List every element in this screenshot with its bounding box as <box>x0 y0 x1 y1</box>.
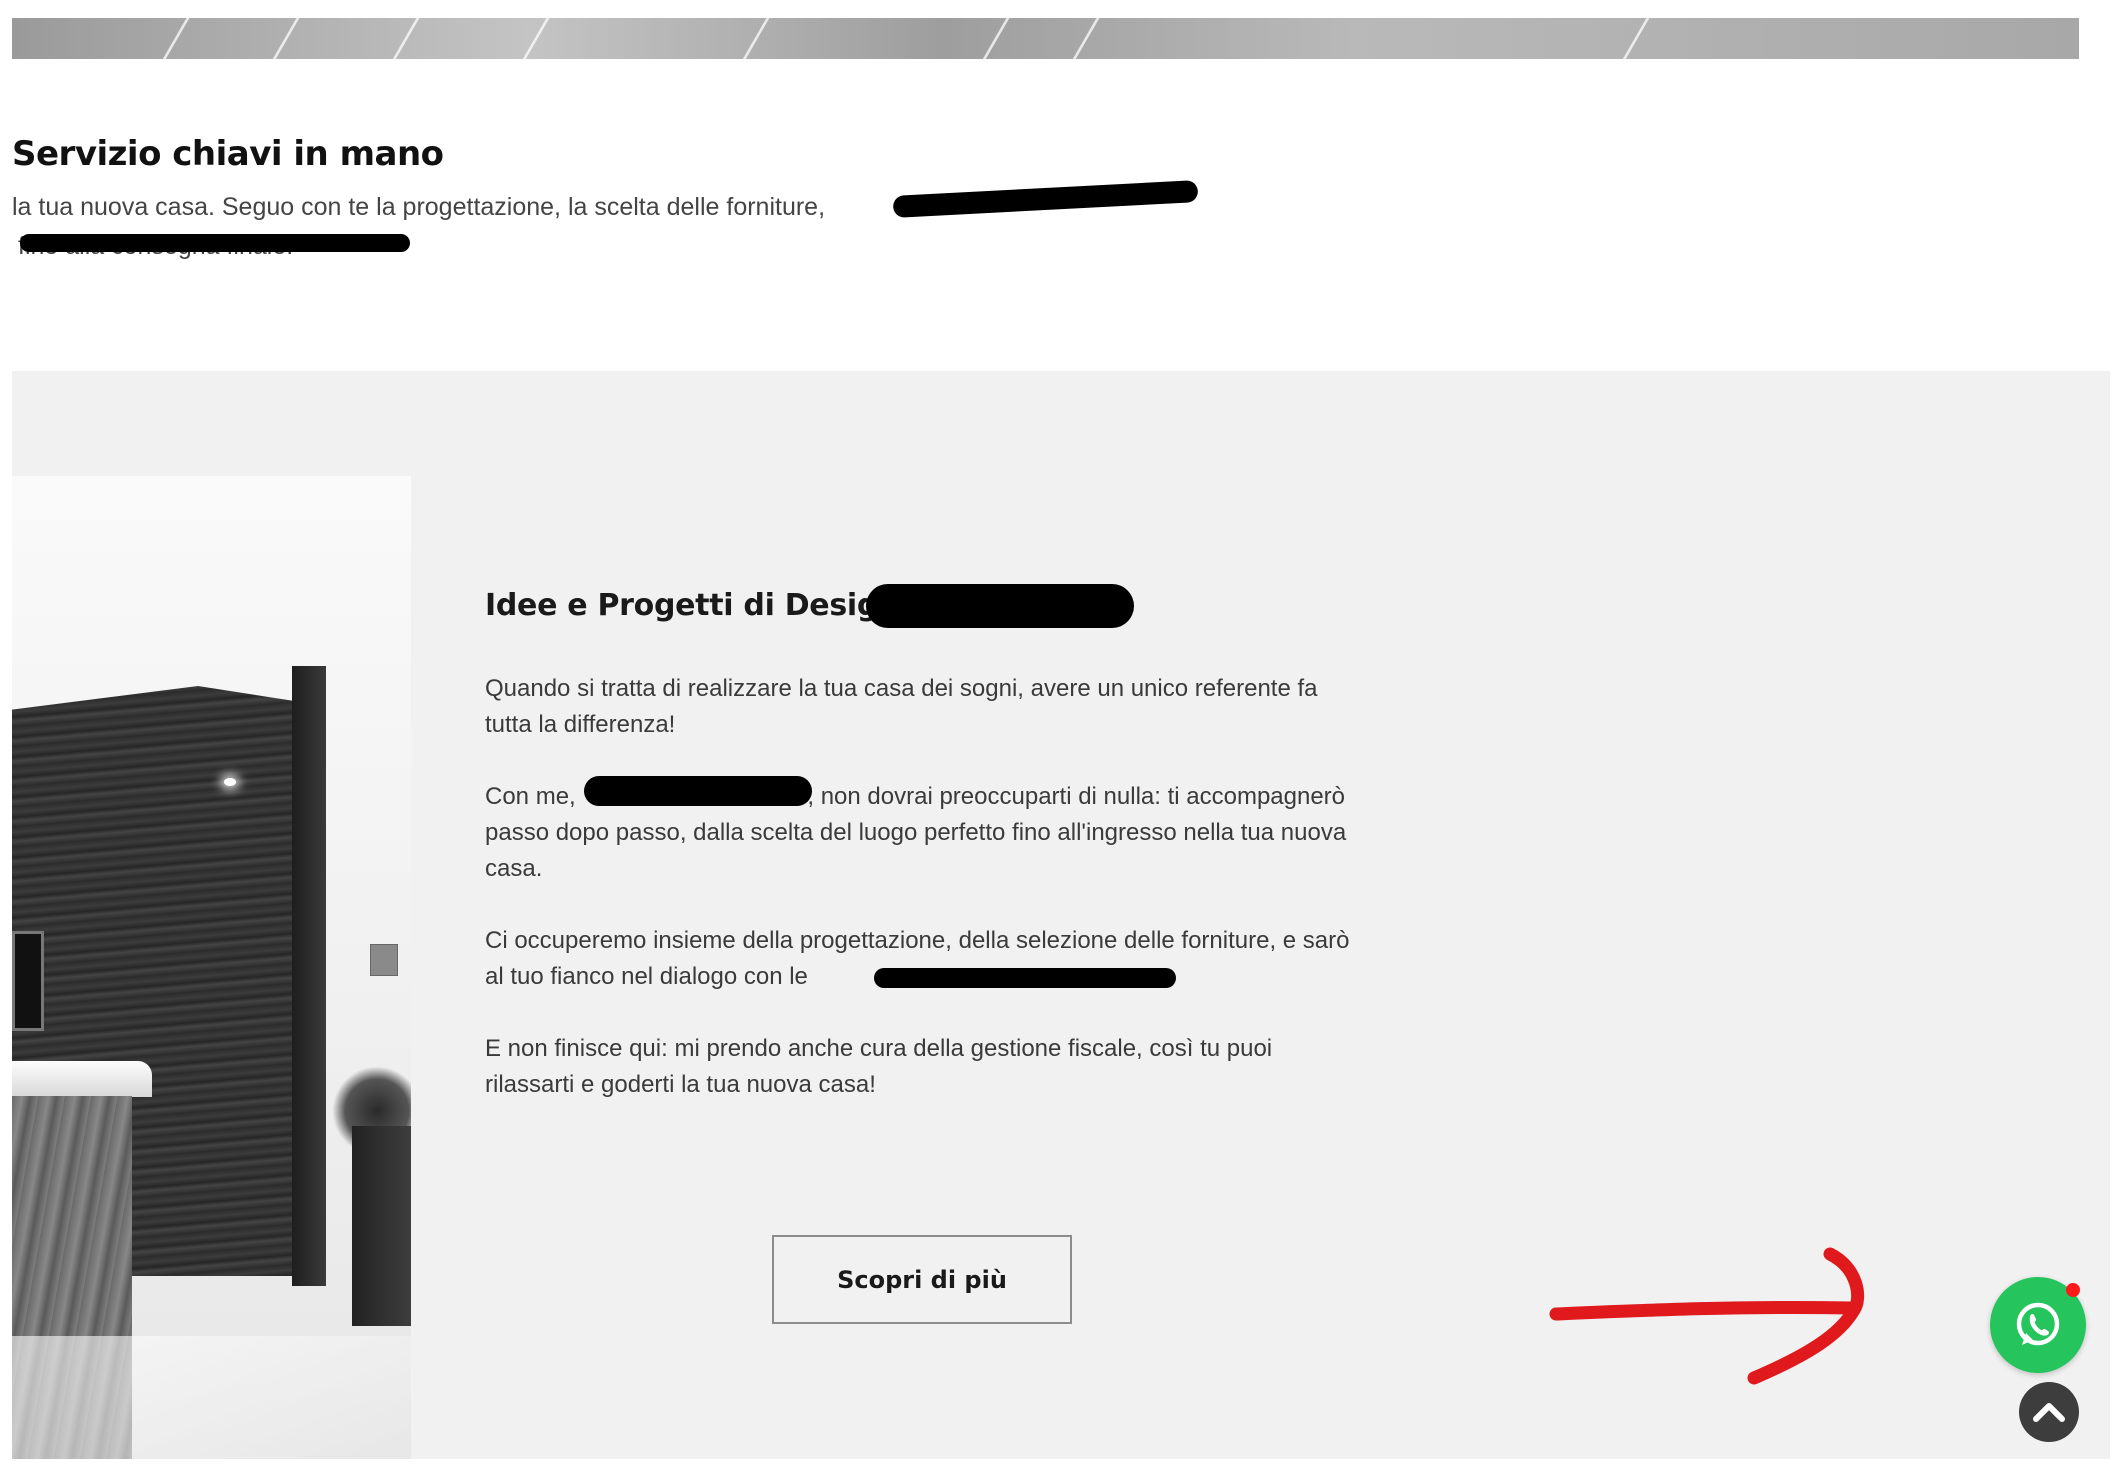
turnkey-service-title: Servizio chiavi in mano <box>12 134 444 174</box>
redaction-mark <box>874 968 1176 988</box>
turnkey-text-line1: la tua nuova casa. Seguo con te la proge… <box>12 193 826 221</box>
notification-dot <box>2066 1283 2080 1297</box>
discover-more-button[interactable]: Scopri di più <box>772 1235 1072 1324</box>
banner-image-strip <box>12 18 2079 59</box>
whatsapp-icon <box>2016 1302 2060 1346</box>
chevron-up-icon <box>2033 1403 2065 1422</box>
design-paragraph-4: E non finisce qui: mi prendo anche cura … <box>485 1035 1273 1098</box>
design-paragraph-2-start: Con me, <box>485 783 576 810</box>
kitchen-photo <box>12 476 411 1459</box>
redaction-mark <box>866 584 1134 628</box>
annotation-arrow <box>1549 1247 1865 1385</box>
scroll-to-top-button[interactable] <box>2019 1382 2079 1442</box>
redaction-mark <box>20 234 410 252</box>
design-paragraph-1: Quando si tratta di realizzare la tua ca… <box>485 675 1318 738</box>
design-section-title: Idee e Progetti di Design <box>485 588 900 623</box>
redaction-mark <box>584 776 812 806</box>
